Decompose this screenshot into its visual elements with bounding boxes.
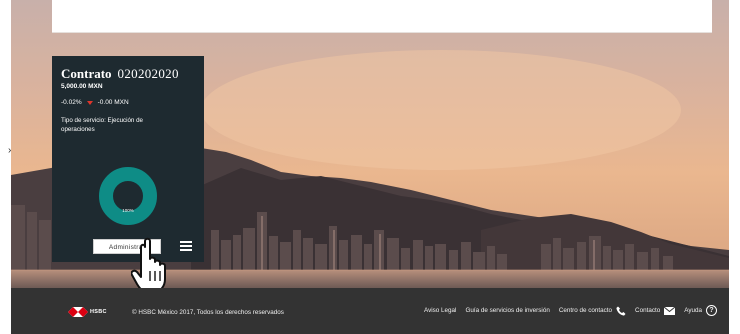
- donut-label: 100%: [122, 208, 134, 213]
- contract-card: Contrato 020202020 5,000.00 MXN -0.02% -…: [52, 56, 204, 262]
- hsbc-logo[interactable]: HSBC: [68, 307, 107, 317]
- carousel-prev-icon[interactable]: ›: [8, 146, 14, 156]
- contract-number: 020202020: [117, 66, 179, 81]
- donut-svg: [99, 167, 157, 225]
- footer-links: Aviso Legal Guía de servicios de inversi…: [424, 305, 717, 316]
- page: › Contrato 020202020 5,000.00 MXN -0.02%…: [0, 0, 740, 334]
- centro-contacto-link[interactable]: Centro de contacto: [559, 306, 626, 316]
- hsbc-hexagon-icon: [68, 307, 88, 317]
- aviso-legal-link[interactable]: Aviso Legal: [424, 307, 456, 314]
- centro-contacto-label: Centro de contacto: [558, 307, 613, 314]
- contract-change: -0.02% -0.00 MXN: [61, 99, 195, 106]
- guia-servicios-link[interactable]: Guía de servicios de inversión: [465, 307, 549, 314]
- change-amount: -0.00 MXN: [97, 99, 129, 106]
- card-title: Contrato: [61, 66, 112, 81]
- phone-icon: [616, 306, 626, 316]
- top-content-panel: [52, 0, 712, 33]
- allocation-donut-chart: 100%: [98, 166, 158, 226]
- change-percent: -0.02%: [61, 99, 82, 106]
- contract-amount: 5,000.00 MXN: [61, 83, 103, 90]
- ayuda-link[interactable]: Ayuda ?: [684, 305, 717, 316]
- hand-pointer-cursor-icon: [131, 237, 166, 293]
- contacto-label: Contacto: [635, 307, 661, 314]
- site-footer: HSBC © HSBC México 2017, Todos los derec…: [11, 288, 729, 334]
- ayuda-label: Ayuda: [684, 307, 702, 314]
- service-type: Tipo de servicio: Ejecución de operacion…: [61, 117, 143, 133]
- copyright-text: © HSBC México 2017, Todos los derechos r…: [132, 309, 284, 316]
- down-arrow-icon: [86, 100, 93, 105]
- brand-name: HSBC: [90, 309, 107, 315]
- contacto-link[interactable]: Contacto: [635, 306, 676, 315]
- list-icon[interactable]: [180, 241, 192, 251]
- help-icon: ?: [706, 305, 717, 316]
- mail-icon: [664, 306, 676, 315]
